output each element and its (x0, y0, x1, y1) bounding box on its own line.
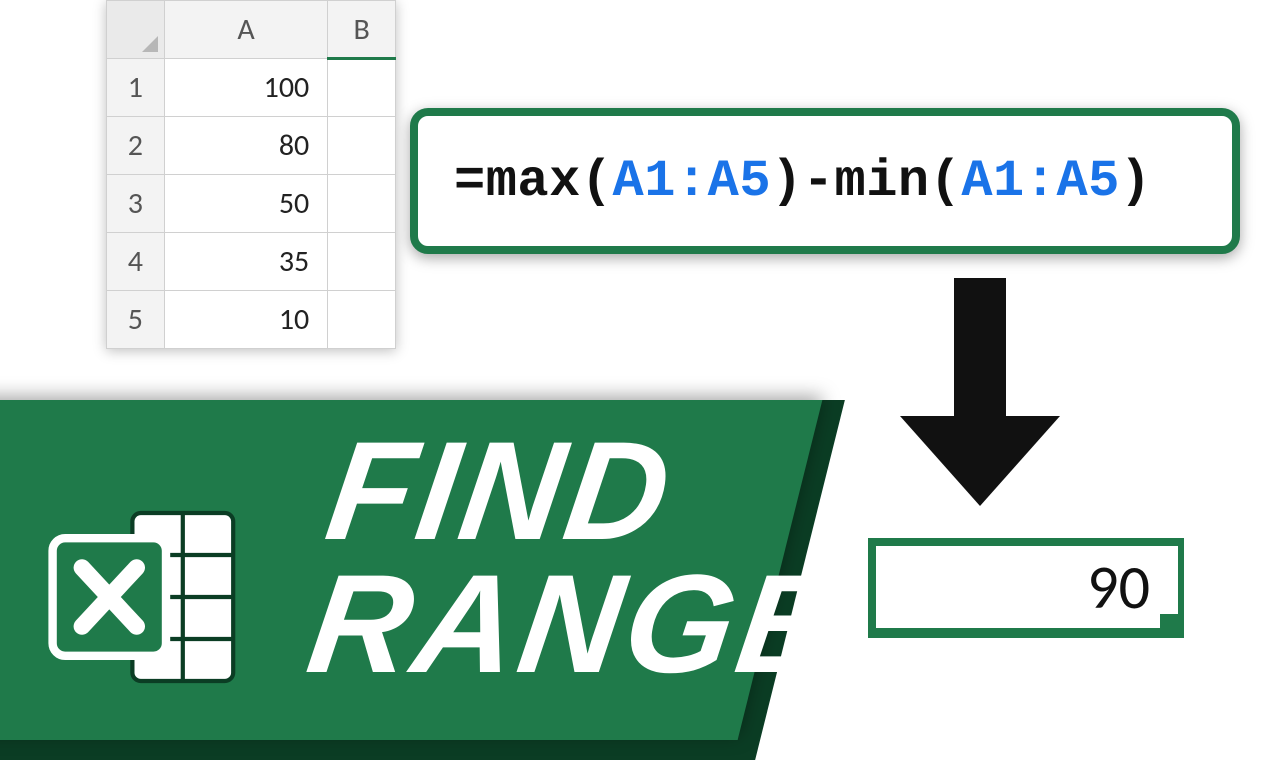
row-header-1[interactable]: 1 (107, 59, 165, 117)
column-header-a[interactable]: A (164, 1, 327, 59)
table-row[interactable]: 5 10 (107, 291, 396, 349)
cell-a5[interactable]: 10 (164, 291, 327, 349)
cell-a2[interactable]: 80 (164, 117, 327, 175)
formula-callout: =max(A1:A5)-min(A1:A5) (410, 108, 1240, 254)
cell-b1[interactable] (328, 59, 396, 117)
table-row[interactable]: 4 35 (107, 233, 396, 291)
table-row[interactable]: 2 80 (107, 117, 396, 175)
table-row[interactable]: 1 100 (107, 59, 396, 117)
spreadsheet-grid[interactable]: A B 1 100 2 80 3 50 4 35 (106, 0, 396, 349)
select-all-corner[interactable] (107, 1, 165, 59)
cell-b4[interactable] (328, 233, 396, 291)
arrow-down-icon (900, 278, 1060, 508)
cell-a3[interactable]: 50 (164, 175, 327, 233)
row-header-5[interactable]: 5 (107, 291, 165, 349)
banner-content (40, 492, 250, 702)
row-header-4[interactable]: 4 (107, 233, 165, 291)
cell-b2[interactable] (328, 117, 396, 175)
spreadsheet-table[interactable]: A B 1 100 2 80 3 50 4 35 (106, 0, 396, 349)
formula-text: =max(A1:A5)-min(A1:A5) (454, 152, 1152, 211)
cell-a1[interactable]: 100 (164, 59, 327, 117)
excel-icon (40, 492, 250, 702)
result-cell[interactable]: 90 (868, 538, 1184, 638)
cell-b3[interactable] (328, 175, 396, 233)
row-header-3[interactable]: 3 (107, 175, 165, 233)
table-row[interactable]: 3 50 (107, 175, 396, 233)
cell-a4[interactable]: 35 (164, 233, 327, 291)
banner-title: FIND RANGE (301, 424, 864, 690)
result-value: 90 (1087, 549, 1150, 625)
cell-b5[interactable] (328, 291, 396, 349)
column-header-b[interactable]: B (328, 1, 396, 59)
row-header-2[interactable]: 2 (107, 117, 165, 175)
